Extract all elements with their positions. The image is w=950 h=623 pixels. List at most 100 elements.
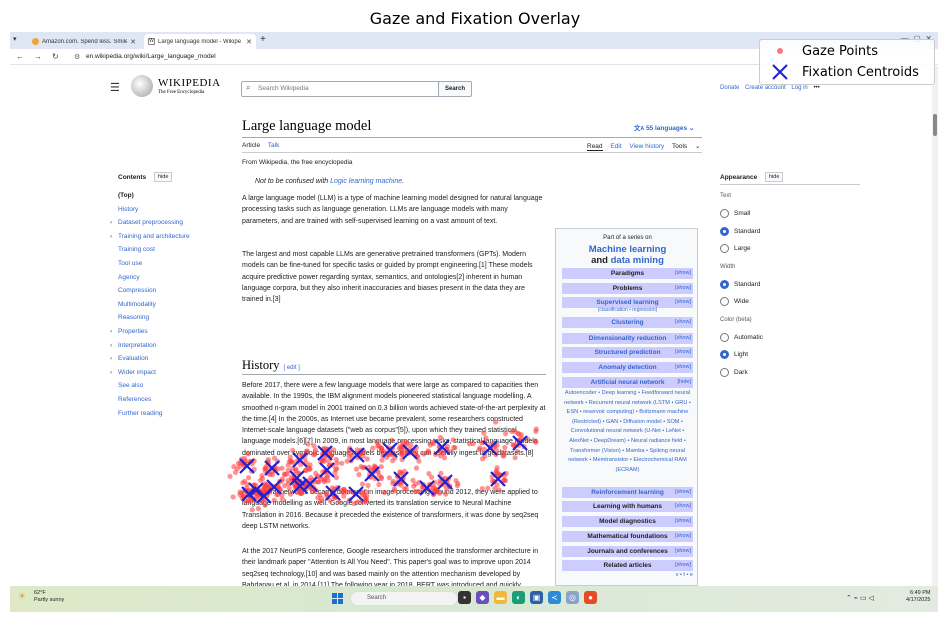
appearance-radio[interactable]: Large	[720, 244, 751, 253]
tab-edit[interactable]: Edit	[610, 143, 621, 150]
infobox-row[interactable]: Artificial neural network [hide]	[562, 377, 693, 388]
infobox-title-dm[interactable]: data mining	[611, 255, 664, 266]
language-button[interactable]: 文A 55 languages ⌄	[634, 122, 694, 132]
toc-item[interactable]: References	[118, 396, 190, 410]
tab-article[interactable]: Article	[242, 142, 260, 149]
toc-item[interactable]: Agency	[118, 274, 190, 288]
edge-icon[interactable]: ◐	[512, 591, 525, 604]
show-toggle[interactable]: [show]	[675, 333, 691, 344]
toc-item[interactable]: › Wider impact	[110, 369, 190, 383]
show-toggle[interactable]: [show]	[675, 268, 691, 279]
appearance-radio[interactable]: Wide	[720, 297, 749, 306]
infobox-row[interactable]: Related articles [show]	[562, 560, 693, 571]
wikipedia-logo-icon[interactable]	[131, 75, 153, 97]
radio-icon[interactable]	[720, 332, 729, 342]
wordmark[interactable]: WIKIPEDIA	[158, 77, 221, 89]
show-toggle[interactable]: [show]	[675, 560, 691, 571]
tab-view-history[interactable]: View history	[629, 143, 664, 150]
show-toggle[interactable]: [show]	[675, 546, 691, 557]
scrollbar-thumb[interactable]	[933, 114, 937, 136]
weather-widget[interactable]: 62°F Partly sunny	[34, 590, 64, 604]
show-toggle[interactable]: [show]	[675, 347, 691, 358]
toc-item[interactable]: See also	[118, 382, 190, 396]
chevron-right-icon[interactable]: ›	[110, 369, 112, 376]
appearance-radio[interactable]: Automatic	[720, 332, 763, 342]
infobox-row[interactable]: Model diagnostics [show]	[562, 516, 693, 527]
radio-icon[interactable]	[720, 367, 729, 377]
tab-read[interactable]: Read	[587, 143, 603, 151]
system-tray-icons[interactable]: ⌃ ⌁ ▭ ◁	[846, 594, 874, 602]
chevron-right-icon[interactable]: ›	[110, 342, 112, 349]
task-view-icon[interactable]: ▪	[458, 591, 471, 604]
radio-icon[interactable]	[720, 279, 729, 289]
toc-item[interactable]: Compression	[118, 287, 190, 301]
forward-icon[interactable]: →	[34, 52, 42, 61]
appearance-radio[interactable]: Small	[720, 209, 750, 218]
login-link[interactable]: Log in	[791, 85, 807, 91]
chrome-icon[interactable]: ●	[584, 591, 597, 604]
infobox-row[interactable]: Learning with humans [show]	[562, 501, 693, 512]
show-toggle[interactable]: [show]	[675, 362, 691, 373]
toc-item[interactable]: History	[118, 206, 190, 220]
appearance-radio[interactable]: Dark	[720, 367, 748, 377]
chevron-right-icon[interactable]: ›	[110, 328, 112, 335]
donate-link[interactable]: Donate	[720, 85, 739, 91]
vscode-icon[interactable]: ≺	[548, 591, 561, 604]
radio-icon[interactable]	[720, 209, 729, 218]
tools-menu[interactable]: Tools ⌄	[672, 143, 700, 150]
infobox-row[interactable]: Paradigms [show]	[562, 268, 693, 279]
search-button[interactable]: Search	[438, 81, 472, 97]
toc-item[interactable]: Reasoning	[118, 314, 190, 328]
tab-amazon[interactable]: Amazon.com. Spend less. Smile ✕	[28, 34, 140, 49]
tab-talk[interactable]: Talk	[268, 142, 280, 149]
store-icon[interactable]: ▣	[530, 591, 543, 604]
infobox-row[interactable]: Mathematical foundations [show]	[562, 531, 693, 542]
new-tab-icon[interactable]: +	[260, 34, 266, 45]
page-scrollbar[interactable]	[932, 66, 938, 586]
chevron-right-icon[interactable]: ›	[110, 355, 112, 362]
toc-item[interactable]: Training cost	[118, 246, 190, 260]
infobox-row[interactable]: Clustering [show]	[562, 317, 693, 328]
show-toggle[interactable]: [show]	[675, 283, 691, 294]
clock[interactable]: 6:49 PM 4/17/2025	[906, 590, 930, 604]
site-info-icon[interactable]: ⚙	[74, 53, 80, 61]
toc-item[interactable]: (Top)	[118, 192, 190, 206]
search-input[interactable]: Search Wikipedia	[241, 81, 441, 97]
toc-item[interactable]: › Training and architecture	[110, 233, 190, 247]
back-icon[interactable]: ←	[16, 52, 24, 61]
navbox-vte[interactable]: v • t • e	[676, 572, 693, 578]
radio-icon[interactable]	[720, 226, 729, 236]
appearance-radio[interactable]: Light	[720, 350, 748, 359]
show-toggle[interactable]: [show]	[675, 516, 691, 527]
create-account-link[interactable]: Create account	[745, 85, 786, 91]
url-field[interactable]: en.wikipedia.org/wiki/Large_language_mod…	[86, 53, 216, 60]
infobox-row[interactable]: Journals and conferences [show]	[562, 546, 693, 557]
taskbar-search-input[interactable]: Search	[350, 591, 458, 606]
appearance-hide-button[interactable]: hide	[765, 172, 784, 182]
toc-item[interactable]: › Interpretation	[110, 342, 190, 356]
toc-item[interactable]: Multimodality	[118, 301, 190, 315]
main-menu-icon[interactable]: ☰	[110, 81, 120, 94]
infobox-row[interactable]: Anomaly detection [show]	[562, 362, 693, 373]
toc-item[interactable]: › Dataset preprocessing	[110, 219, 190, 233]
show-toggle[interactable]: [show]	[675, 531, 691, 542]
appearance-radio[interactable]: Standard	[720, 226, 760, 236]
toc-hide-button[interactable]: hide	[154, 172, 173, 182]
infobox-row[interactable]: Problems [show]	[562, 283, 693, 294]
hide-toggle[interactable]: [hide]	[678, 377, 691, 388]
radio-icon[interactable]	[720, 350, 729, 359]
appearance-radio[interactable]: Standard	[720, 279, 760, 289]
start-icon[interactable]	[332, 593, 343, 604]
ann-topic-list[interactable]: Autoencoder • Deep learning • Feedforwar…	[562, 389, 693, 475]
toc-item[interactable]: Further reading	[118, 410, 190, 424]
chevron-right-icon[interactable]: ›	[110, 233, 112, 240]
toc-item[interactable]: › Properties	[110, 328, 190, 342]
weather-icon[interactable]: ☀	[18, 591, 26, 602]
show-toggle[interactable]: [show]	[675, 487, 691, 498]
infobox-row[interactable]: Dimensionality reduction [show]	[562, 333, 693, 344]
hatnote-link[interactable]: Logic learning machine	[330, 178, 402, 185]
file-explorer-icon[interactable]: ▬	[494, 591, 507, 604]
tab-wikipedia[interactable]: W Large language model - Wikipe ✕	[144, 34, 256, 49]
app-icon[interactable]: ◎	[566, 591, 579, 604]
infobox-row[interactable]: Structured prediction [show]	[562, 347, 693, 358]
